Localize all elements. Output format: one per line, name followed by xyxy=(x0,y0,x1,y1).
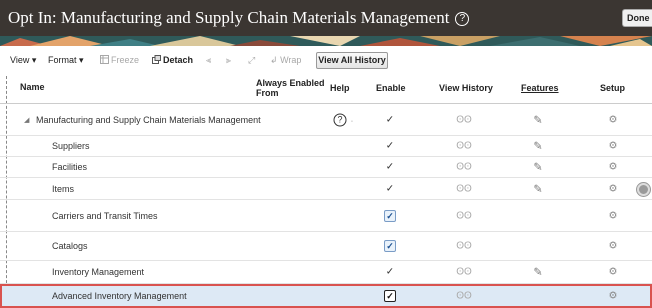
col-enable: Enable xyxy=(376,83,406,93)
col-name[interactable]: Name xyxy=(20,82,45,92)
resize-icon[interactable]: ⤢ xyxy=(248,55,255,66)
format-menu[interactable]: Format ▾ xyxy=(48,55,84,66)
freeze-left-icon[interactable]: ⫷ xyxy=(206,55,211,66)
setup-gear-icon[interactable]: ⚙ xyxy=(609,162,618,173)
view-menu[interactable]: View ▾ xyxy=(10,55,36,66)
setup-gear-icon[interactable]: ⚙ xyxy=(609,291,618,302)
title-bar: Opt In: Manufacturing and Supply Chain M… xyxy=(0,0,652,36)
enabled-check-icon: ✓ xyxy=(385,161,395,173)
view-history-icon[interactable]: ʘʘ xyxy=(456,241,472,252)
enabled-check-icon: ✓ xyxy=(385,266,395,278)
edit-features-icon[interactable]: ✎ xyxy=(533,113,542,126)
view-history-icon[interactable]: ʘʘ xyxy=(456,267,472,278)
col-setup: Setup xyxy=(600,83,626,93)
wrap-button[interactable]: ↲ Wrap xyxy=(270,55,301,66)
enable-checkbox[interactable]: ✓ xyxy=(384,209,396,222)
help-icon[interactable]: ? xyxy=(455,12,470,26)
decorative-banner xyxy=(0,36,652,46)
freeze-button[interactable]: Freeze xyxy=(100,55,139,65)
enabled-check-icon: ✓ xyxy=(385,183,395,194)
edit-features-icon[interactable]: ✎ xyxy=(533,266,542,279)
enabled-check-icon: ✓ xyxy=(385,114,395,125)
col-features[interactable]: Features xyxy=(521,83,559,93)
setup-gear-icon[interactable]: ⚙ xyxy=(609,241,618,252)
toolbar: View ▾ Format ▾ Freeze Detach ⫷ ⫸ ⤢ ↲ Wr… xyxy=(0,50,652,72)
table-row-selected[interactable]: Advanced Inventory Management ✓ ʘʘ ⚙ xyxy=(0,284,652,308)
col-view-history: View History xyxy=(439,83,493,93)
done-button[interactable]: Done xyxy=(622,9,652,27)
scroll-indicator-icon[interactable] xyxy=(637,183,650,196)
freeze-label: Freeze xyxy=(111,55,140,65)
detach-icon xyxy=(152,55,161,64)
table-row[interactable]: Inventory Management ✓ ʘʘ ✎ ⚙ xyxy=(0,261,652,284)
row-help-icon[interactable]: ? xyxy=(333,113,347,126)
row-name: Advanced Inventory Management xyxy=(52,291,187,301)
edit-features-icon[interactable]: ✎ xyxy=(533,182,542,195)
row-name: Catalogs xyxy=(52,241,88,251)
table-row[interactable]: Catalogs ✓ ʘʘ ⚙ xyxy=(0,232,652,261)
table-row[interactable]: ◢ Manufacturing and Supply Chain Materia… xyxy=(0,104,652,136)
view-history-icon[interactable]: ʘʘ xyxy=(456,291,472,302)
detach-label: Detach xyxy=(163,55,194,65)
page-title: Opt In: Manufacturing and Supply Chain M… xyxy=(8,8,470,28)
view-history-icon[interactable]: ʘʘ xyxy=(456,162,472,173)
setup-gear-icon[interactable]: ⚙ xyxy=(609,210,618,221)
feature-table: Name Always Enabled From Help Enable Vie… xyxy=(0,76,652,308)
enabled-check-icon: ✓ xyxy=(385,140,395,152)
view-history-icon[interactable]: ʘʘ xyxy=(456,114,472,125)
table-row[interactable]: Items ✓ ʘʘ ✎ ⚙ xyxy=(0,178,652,200)
edit-features-icon[interactable]: ✎ xyxy=(533,161,542,174)
table-row[interactable]: Facilities ✓ ʘʘ ✎ ⚙ xyxy=(0,157,652,178)
setup-gear-icon[interactable]: ⚙ xyxy=(609,141,618,152)
edit-features-icon[interactable]: ✎ xyxy=(533,140,542,153)
setup-gear-icon[interactable]: ⚙ xyxy=(609,267,618,278)
view-all-history-button[interactable]: View All History xyxy=(316,52,388,69)
detach-button[interactable]: Detach xyxy=(152,55,193,65)
setup-gear-icon[interactable]: ⚙ xyxy=(609,114,618,125)
row-name: Manufacturing and Supply Chain Materials… xyxy=(36,114,261,125)
view-history-icon[interactable]: ʘʘ xyxy=(456,141,472,152)
collapse-icon[interactable]: ◢ xyxy=(24,116,29,124)
freeze-icon xyxy=(100,55,109,64)
table-row[interactable]: Carriers and Transit Times ✓ ʘʘ ⚙ xyxy=(0,200,652,232)
table-header: Name Always Enabled From Help Enable Vie… xyxy=(0,76,652,104)
setup-gear-icon[interactable]: ⚙ xyxy=(609,183,618,194)
row-help-dot: . xyxy=(351,116,353,123)
row-name: Carriers and Transit Times xyxy=(52,210,158,221)
view-history-icon[interactable]: ʘʘ xyxy=(456,210,472,221)
table-row[interactable]: Suppliers ✓ ʘʘ ✎ ⚙ xyxy=(0,136,652,157)
view-history-icon[interactable]: ʘʘ xyxy=(456,183,472,194)
row-name: Items xyxy=(52,183,75,194)
wrap-label: Wrap xyxy=(280,55,302,65)
col-help: Help xyxy=(330,83,350,93)
wrap-icon: ↲ xyxy=(270,55,278,65)
row-name: Inventory Management xyxy=(52,267,145,277)
enable-checkbox[interactable]: ✓ xyxy=(384,240,396,252)
row-name: Facilities xyxy=(52,162,88,172)
freeze-right-icon[interactable]: ⫸ xyxy=(226,55,231,66)
enable-checkbox[interactable]: ✓ xyxy=(384,290,396,302)
row-name: Suppliers xyxy=(52,141,90,151)
col-always-enabled-from[interactable]: Always Enabled From xyxy=(256,78,330,98)
page-title-text: Opt In: Manufacturing and Supply Chain M… xyxy=(8,8,450,27)
